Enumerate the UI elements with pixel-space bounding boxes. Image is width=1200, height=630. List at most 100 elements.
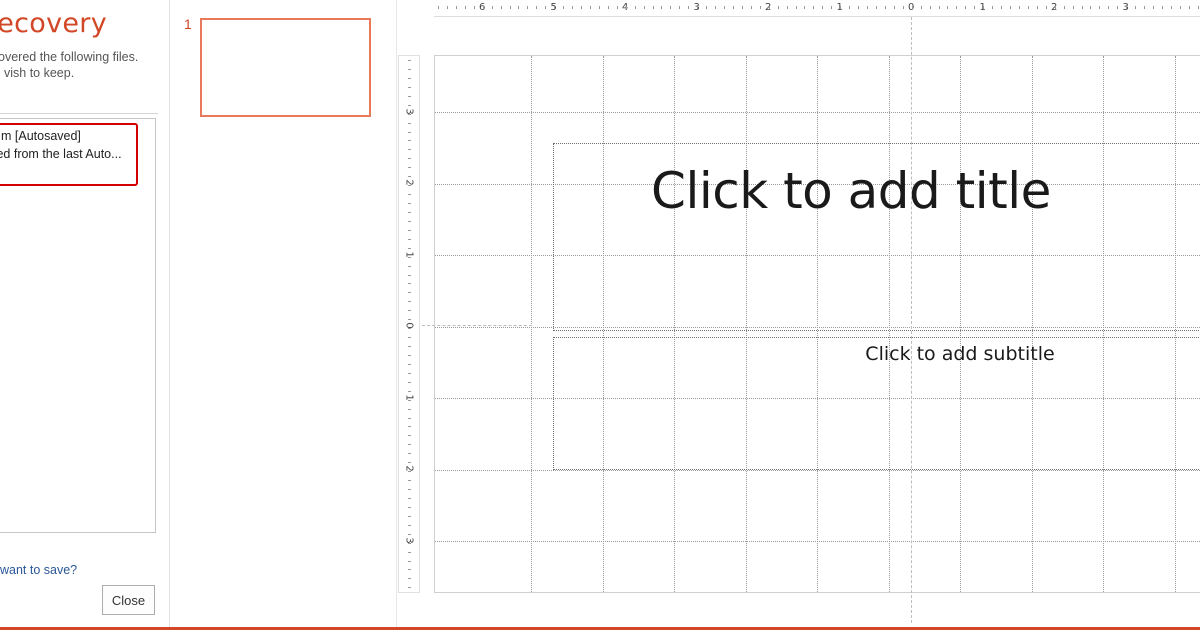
ruler-tick	[408, 221, 411, 222]
ruler-tick	[408, 283, 411, 284]
ruler-tick	[408, 373, 411, 374]
ruler-tick	[1189, 6, 1190, 9]
ruler-tick	[408, 185, 411, 186]
ruler-tick	[778, 6, 779, 9]
ruler-tick	[408, 489, 411, 490]
ruler-tick	[947, 6, 948, 9]
ruler-tick	[1055, 6, 1056, 9]
ruler-tick	[408, 132, 411, 133]
ruler-tick	[644, 6, 645, 9]
ruler-tick	[733, 6, 734, 9]
ruler-tick	[483, 6, 484, 9]
ruler-tick	[617, 6, 618, 9]
ruler-tick	[983, 6, 984, 9]
close-button[interactable]: Close	[102, 585, 155, 615]
ruler-tick	[408, 301, 411, 302]
ruler-tick	[813, 6, 814, 9]
ruler-tick	[912, 6, 913, 9]
slide-canvas[interactable]: Click to add subtitle Click to add title	[434, 55, 1200, 593]
ruler-tick	[867, 6, 868, 9]
ruler-tick	[751, 6, 752, 9]
ruler-tick	[545, 6, 546, 9]
ruler-tick	[1198, 6, 1199, 9]
ruler-tick	[1162, 6, 1163, 9]
recovery-description: overed the following files. vish to keep…	[0, 49, 138, 81]
ruler-tick	[408, 266, 411, 267]
ruler-tick	[804, 6, 805, 9]
ruler-tick	[894, 6, 895, 9]
ruler-tick	[408, 525, 411, 526]
ruler-tick	[408, 364, 411, 365]
ruler-tick	[408, 257, 411, 258]
document-recovery-pane: t Recovery overed the following files. v…	[0, 0, 170, 630]
ruler-tick	[992, 6, 993, 9]
ruler-tick	[408, 337, 411, 338]
ruler-tick	[408, 114, 411, 115]
recovered-files-list[interactable]: m [Autosaved] ted from the last Auto...	[0, 118, 156, 533]
ruler-tick	[1108, 6, 1109, 9]
ruler-tick	[608, 6, 609, 9]
ruler-tick	[408, 239, 411, 240]
ruler-tick	[760, 6, 761, 9]
subtitle-placeholder[interactable]: Click to add subtitle	[553, 337, 1200, 470]
ruler-tick	[408, 453, 411, 454]
ruler-tick	[956, 6, 957, 9]
ruler-tick	[876, 6, 877, 9]
ruler-tick	[930, 6, 931, 9]
slide-thumbnail[interactable]	[200, 18, 371, 117]
ruler-tick	[408, 78, 411, 79]
recovery-desc-line-1: overed the following files.	[0, 50, 139, 64]
slide-number: 1	[184, 16, 192, 32]
ruler-tick	[635, 6, 636, 9]
ruler-tick	[626, 6, 627, 9]
vertical-center-guide[interactable]	[911, 17, 912, 623]
ruler-tick	[408, 212, 411, 213]
ruler-tick	[831, 6, 832, 9]
ruler-tick	[408, 346, 411, 347]
ruler-tick	[1001, 6, 1002, 9]
ruler-tick	[563, 6, 564, 9]
ruler-tick	[536, 6, 537, 9]
gridline-vertical	[531, 56, 532, 592]
ruler-tick	[408, 355, 411, 356]
ruler-tick	[408, 292, 411, 293]
ruler-tick	[501, 6, 502, 9]
recovered-file-item[interactable]: m [Autosaved] ted from the last Auto...	[0, 123, 138, 186]
ruler-tick	[408, 409, 411, 410]
ruler-tick	[408, 561, 411, 562]
ruler-tick	[1099, 6, 1100, 9]
slide-editor: 6543210123 3210123 Click to add subtitle…	[398, 0, 1200, 630]
ruler-tick	[1135, 6, 1136, 9]
ruler-tick	[965, 6, 966, 9]
ruler-tick	[408, 480, 411, 481]
ruler-tick	[408, 418, 411, 419]
ruler-tick	[554, 6, 555, 9]
ruler-tick	[724, 6, 725, 9]
ruler-tick	[408, 105, 411, 106]
ruler-tick	[885, 6, 886, 9]
ruler-tick	[408, 123, 411, 124]
recovery-desc-line-2: vish to keep.	[4, 66, 75, 80]
ruler-tick	[474, 6, 475, 9]
ruler-tick	[408, 435, 411, 436]
horizontal-center-guide[interactable]	[422, 325, 532, 326]
ruler-tick	[939, 6, 940, 9]
ruler-tick	[518, 6, 519, 9]
vertical-ruler[interactable]: 3210123	[398, 55, 420, 593]
ruler-tick	[858, 6, 859, 9]
title-placeholder-text: Click to add title	[651, 162, 1051, 220]
ruler-tick	[599, 6, 600, 9]
ruler-tick	[408, 382, 411, 383]
ruler-tick	[1153, 6, 1154, 9]
ruler-tick	[492, 6, 493, 9]
ruler-tick	[849, 6, 850, 9]
subtitle-placeholder-text: Click to add subtitle	[865, 343, 1055, 365]
ruler-tick	[527, 6, 528, 9]
which-files-to-save-link[interactable]: want to save?	[0, 563, 77, 577]
horizontal-ruler[interactable]: 6543210123	[434, 0, 1200, 17]
ruler-tick	[787, 6, 788, 9]
ruler-tick	[1171, 6, 1172, 9]
ruler-tick	[679, 6, 680, 9]
ruler-tick	[822, 6, 823, 9]
ruler-tick	[590, 6, 591, 9]
